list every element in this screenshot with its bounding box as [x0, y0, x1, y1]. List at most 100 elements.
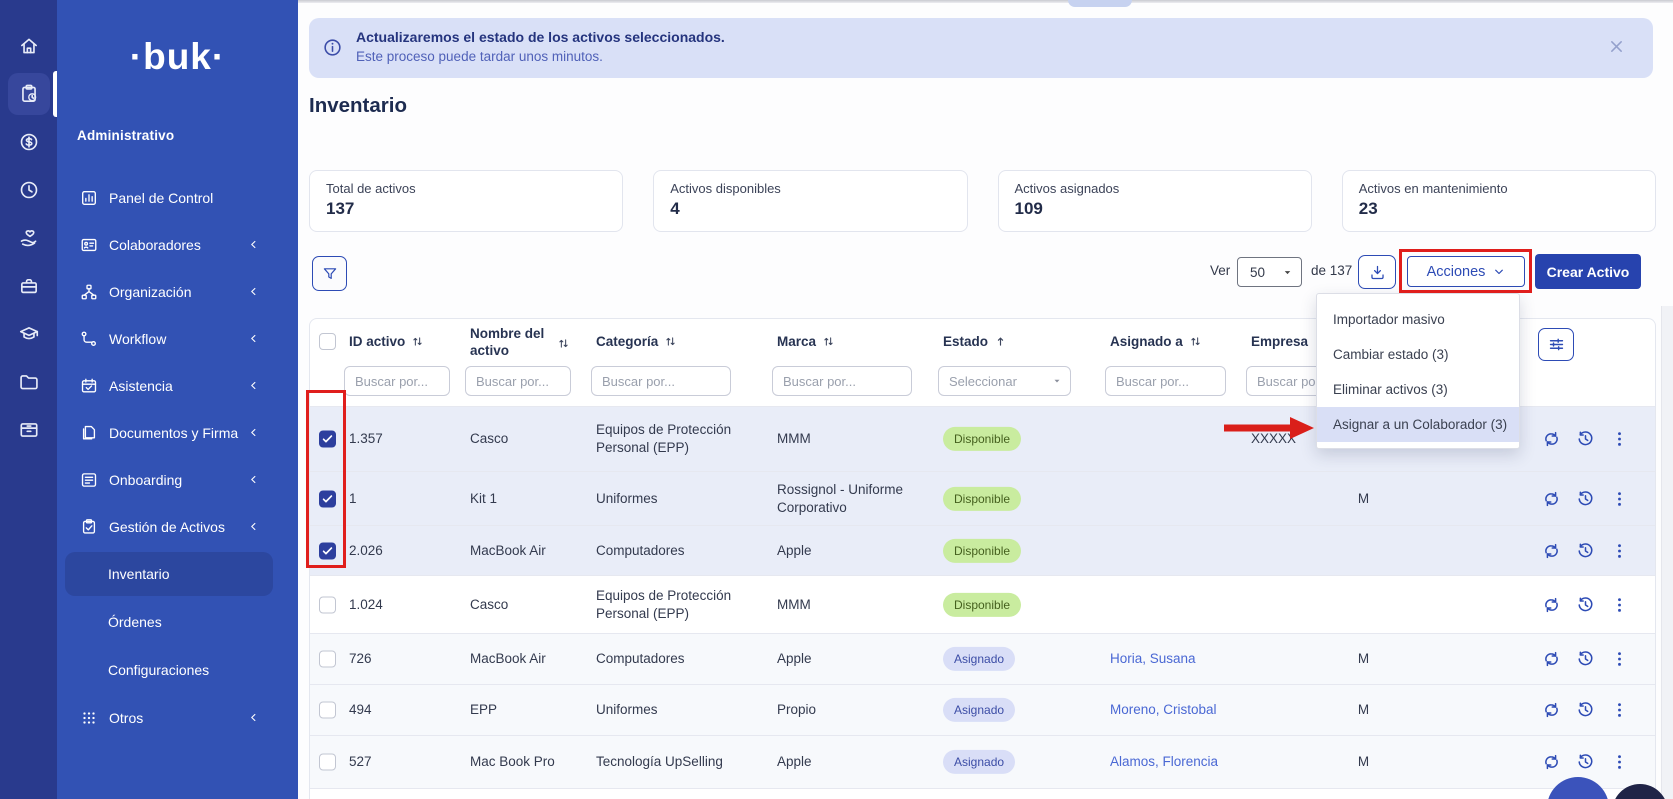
checkbox[interactable]	[319, 490, 336, 507]
search-input-id-activo[interactable]	[344, 366, 450, 396]
rail-item-dollar[interactable]	[0, 118, 57, 166]
rail-item-archive[interactable]	[0, 406, 57, 454]
assignee-link[interactable]: Horia, Susana	[1110, 651, 1196, 666]
scrollbar-track[interactable]	[1661, 306, 1673, 799]
status-badge: Asignado	[943, 698, 1015, 722]
menu-item-cambiar-estado-3[interactable]: Cambiar estado (3)	[1317, 337, 1519, 372]
kebab-icon[interactable]	[1610, 650, 1629, 669]
sidebar-item-label: Colaboradores	[109, 237, 201, 253]
sidebar-subitem-inventario[interactable]: Inventario	[57, 550, 298, 598]
filter-button[interactable]	[312, 256, 347, 291]
menu-item-eliminar-activos-3[interactable]: Eliminar activos (3)	[1317, 372, 1519, 407]
rail-item-hand-heart[interactable]	[0, 214, 57, 262]
menu-item-importador-masivo[interactable]: Importador masivo	[1317, 302, 1519, 337]
page-size-select[interactable]: 50	[1237, 257, 1302, 287]
rail-item-clipboard-clock[interactable]	[0, 70, 57, 118]
cell-id: 726	[349, 650, 372, 668]
history-icon[interactable]	[1576, 489, 1595, 508]
search-input-nombre-del-activo[interactable]	[465, 366, 571, 396]
cell-asignado: Horia, Susana	[1110, 650, 1196, 668]
close-icon[interactable]	[1608, 38, 1625, 55]
sidebar-item-asistencia[interactable]: Asistencia	[57, 362, 298, 409]
kebab-icon[interactable]	[1610, 489, 1629, 508]
menu-item-asignar-a-un-colaborador-3[interactable]: Asignar a un Colaborador (3)	[1317, 407, 1519, 442]
sync-icon[interactable]	[1542, 701, 1561, 720]
sync-icon[interactable]	[1542, 595, 1561, 614]
rail-item-home[interactable]	[0, 22, 57, 70]
column-header-estado[interactable]: Estado	[943, 319, 1007, 363]
checkbox[interactable]	[319, 596, 336, 613]
sidebar: ·buk· Administrativo Panel de ControlCol…	[57, 0, 298, 799]
kebab-icon[interactable]	[1610, 541, 1629, 560]
row-checkbox[interactable]	[319, 490, 336, 507]
row-actions	[1542, 753, 1652, 772]
sidebar-subitem-ordenes[interactable]: Órdenes	[57, 598, 298, 646]
kebab-icon[interactable]	[1610, 753, 1629, 772]
estado-filter-select[interactable]: Seleccionar	[938, 366, 1071, 396]
column-header-categoria[interactable]: Categoría	[596, 319, 677, 363]
column-header-nombre-del-activo[interactable]: Nombre del activo	[470, 321, 570, 365]
search-input-asignado-a[interactable]	[1105, 366, 1226, 396]
sidebar-item-colaboradores[interactable]: Colaboradores	[57, 221, 298, 268]
row-checkbox[interactable]	[319, 431, 336, 448]
column-header-marca[interactable]: Marca	[777, 319, 835, 363]
checkbox[interactable]	[319, 431, 336, 448]
sync-icon[interactable]	[1542, 753, 1561, 772]
sidebar-item-gestion-de-activos[interactable]: Gestión de Activos	[57, 503, 298, 550]
filter-id-activo	[344, 366, 450, 396]
row-checkbox[interactable]	[319, 542, 336, 559]
kebab-icon[interactable]	[1610, 430, 1629, 449]
column-header-asignado-a[interactable]: Asignado a	[1110, 319, 1202, 363]
sidebar-item-panel-de-control[interactable]: Panel de Control	[57, 174, 298, 221]
select-all-checkbox[interactable]	[319, 333, 336, 350]
row-checkbox[interactable]	[319, 596, 336, 613]
rail-item-folder[interactable]	[0, 358, 57, 406]
row-checkbox[interactable]	[319, 651, 336, 668]
kebab-icon[interactable]	[1610, 595, 1629, 614]
sidebar-item-workflow[interactable]: Workflow	[57, 315, 298, 362]
column-settings-button[interactable]	[1538, 328, 1574, 361]
chevron-down-icon	[1282, 267, 1293, 278]
sidebar-item-onboarding[interactable]: Onboarding	[57, 456, 298, 503]
rail-item-gift[interactable]	[0, 262, 57, 310]
row-checkbox[interactable]	[319, 754, 336, 771]
sync-icon[interactable]	[1542, 430, 1561, 449]
history-icon[interactable]	[1576, 701, 1595, 720]
row-checkbox[interactable]	[319, 702, 336, 719]
cell-id: 2.026	[349, 541, 383, 559]
assignee-link[interactable]: Moreno, Cristobal	[1110, 702, 1217, 717]
checkbox[interactable]	[319, 651, 336, 668]
cell-empresa: XXXXX	[1251, 430, 1296, 448]
checkbox[interactable]	[319, 702, 336, 719]
download-button[interactable]	[1358, 255, 1396, 289]
history-icon[interactable]	[1576, 595, 1595, 614]
column-header-id-activo[interactable]: ID activo	[349, 319, 424, 363]
kebab-icon[interactable]	[1610, 701, 1629, 720]
history-icon[interactable]	[1576, 430, 1595, 449]
sidebar-item-documentos-y-firma[interactable]: Documentos y Firma	[57, 409, 298, 456]
history-icon[interactable]	[1576, 650, 1595, 669]
sync-icon[interactable]	[1542, 541, 1561, 560]
search-input-categoria[interactable]	[591, 366, 731, 396]
rail-item-graduation-cap[interactable]	[0, 310, 57, 358]
history-icon[interactable]	[1576, 541, 1595, 560]
search-input-marca[interactable]	[772, 366, 912, 396]
sidebar-subitem-configuraciones[interactable]: Configuraciones	[57, 646, 298, 694]
rail-item-clock[interactable]	[0, 166, 57, 214]
sync-icon[interactable]	[1542, 650, 1561, 669]
sidebar-item-otros[interactable]: Otros	[57, 694, 298, 741]
assignee-link[interactable]: Alamos, Florencia	[1110, 754, 1218, 769]
acciones-button[interactable]: Acciones	[1407, 256, 1525, 287]
checkbox[interactable]	[319, 754, 336, 771]
sidebar-item-organizacion[interactable]: Organización	[57, 268, 298, 315]
crear-activo-button[interactable]: Crear Activo	[1535, 254, 1641, 289]
sync-icon[interactable]	[1542, 489, 1561, 508]
history-icon[interactable]	[1576, 753, 1595, 772]
sort-both-icon	[411, 335, 424, 348]
checkbox[interactable]	[319, 542, 336, 559]
download-icon	[1369, 264, 1386, 281]
cell-marca: Apple	[777, 753, 937, 771]
cell-nombre: Kit 1	[470, 489, 497, 507]
page-size-value: 50	[1250, 265, 1265, 280]
checkbox[interactable]	[319, 333, 336, 350]
